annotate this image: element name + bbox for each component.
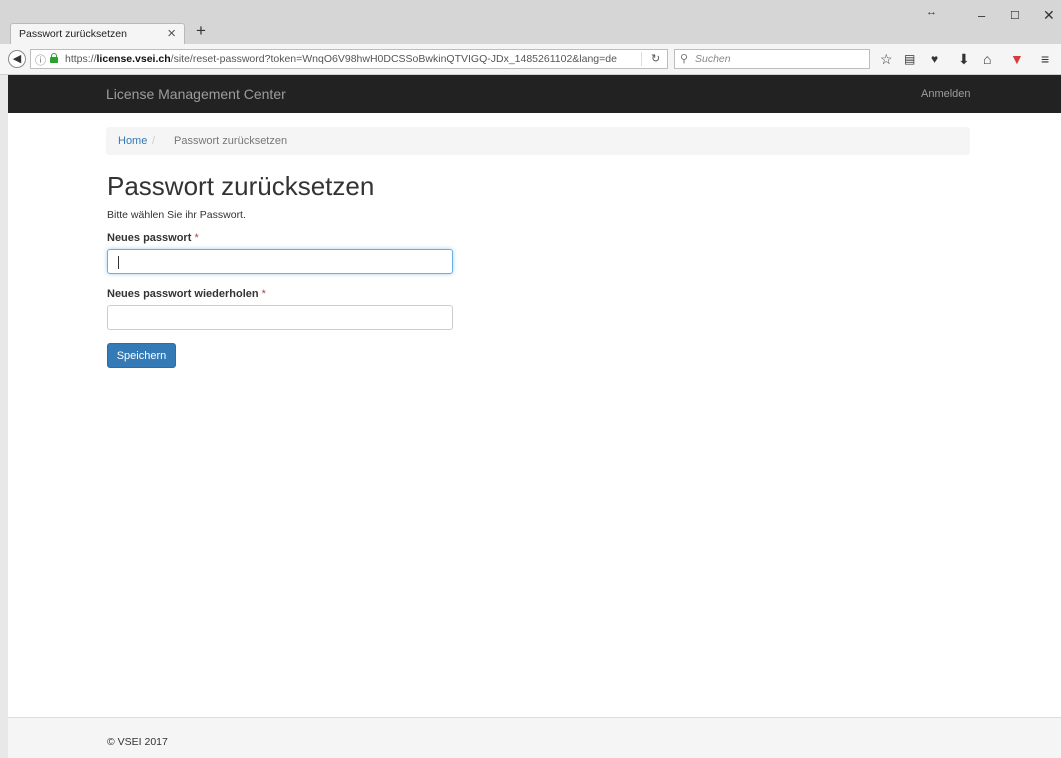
- page-title: Passwort zurücksetzen: [107, 171, 375, 201]
- window-close-icon[interactable]: ✕: [1043, 7, 1055, 24]
- menu-icon[interactable]: ≡: [1041, 51, 1049, 67]
- breadcrumb-home-link[interactable]: Home: [118, 135, 147, 147]
- lock-icon[interactable]: [50, 53, 58, 63]
- site-footer: © VSEI 2017: [8, 717, 1061, 758]
- save-button[interactable]: Speichern: [107, 343, 176, 368]
- maximize-icon[interactable]: ☐: [1010, 9, 1020, 22]
- breadcrumb: Home / Passwort zurücksetzen: [106, 127, 970, 155]
- info-icon[interactable]: ⓘ: [35, 52, 46, 68]
- repeat-password-label: Neues passwort wiederholen *: [107, 288, 266, 300]
- reading-list-icon[interactable]: ▤: [904, 51, 915, 67]
- tab-close-icon[interactable]: ×: [167, 25, 176, 42]
- url-text[interactable]: https://license.vsei.ch/site/reset-passw…: [65, 53, 617, 65]
- required-marker: *: [261, 288, 266, 300]
- minimize-icon[interactable]: –: [978, 8, 985, 23]
- download-icon[interactable]: ⬇: [958, 51, 970, 67]
- window-left-edge: [0, 75, 8, 758]
- breadcrumb-current: Passwort zurücksetzen: [174, 135, 288, 147]
- search-icon: ⚲: [680, 53, 689, 65]
- tab-strip: Passwort zurücksetzen × + ↔ – ☐ ✕: [0, 0, 1061, 45]
- site-brand[interactable]: License Management Center: [106, 86, 286, 102]
- site-navbar: License Management Center Anmelden: [8, 75, 1061, 113]
- search-bar[interactable]: ⚲ Suchen: [674, 49, 870, 69]
- web-page: License Management Center Anmelden Home …: [8, 75, 1061, 758]
- new-password-field[interactable]: [107, 249, 453, 274]
- browser-toolbar: ◀ ⓘ https://license.vsei.ch/site/reset-p…: [0, 44, 1061, 75]
- intro-text: Bitte wählen Sie ihr Passwort.: [107, 209, 246, 221]
- shield-icon[interactable]: ▼: [1010, 51, 1024, 67]
- browser-tab[interactable]: Passwort zurücksetzen ×: [10, 23, 185, 45]
- address-bar-divider: [641, 52, 642, 66]
- new-tab-button[interactable]: +: [196, 21, 206, 41]
- login-link[interactable]: Anmelden: [921, 88, 971, 100]
- pocket-icon[interactable]: ♥: [931, 51, 938, 67]
- bookmark-star-icon[interactable]: ☆: [880, 51, 893, 67]
- text-caret: [118, 256, 119, 269]
- required-marker: *: [194, 232, 199, 244]
- search-placeholder: Suchen: [695, 53, 731, 65]
- browser-chrome: Passwort zurücksetzen × + ↔ – ☐ ✕ ◀ ⓘ ht…: [0, 0, 1061, 75]
- home-icon[interactable]: ⌂: [983, 51, 991, 67]
- reload-icon[interactable]: ↻: [651, 52, 660, 65]
- breadcrumb-separator: /: [152, 135, 156, 147]
- back-arrow-icon[interactable]: ◀: [8, 50, 26, 68]
- address-bar[interactable]: ⓘ https://license.vsei.ch/site/reset-pas…: [30, 49, 668, 69]
- resize-arrows-icon[interactable]: ↔: [926, 6, 937, 18]
- repeat-password-field[interactable]: [107, 305, 453, 330]
- copyright-text: © VSEI 2017: [107, 736, 168, 748]
- tab-title: Passwort zurücksetzen: [19, 28, 127, 40]
- new-password-label: Neues passwort *: [107, 232, 199, 244]
